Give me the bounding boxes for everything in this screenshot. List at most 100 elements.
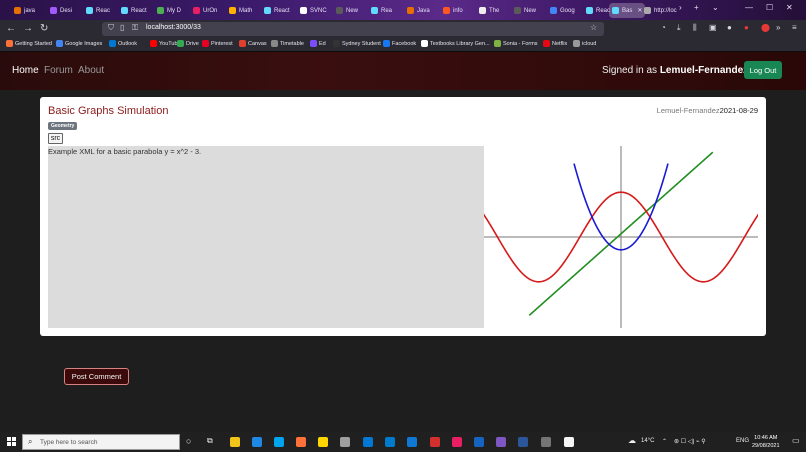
bookmark-item[interactable]: Facebook	[383, 40, 416, 47]
taskbar-app-icon[interactable]	[363, 437, 373, 447]
adblock-icon[interactable]: ⬤	[761, 23, 770, 32]
bookmarks-toolbar: Getting Started Google Images Outlook YouTu…	[0, 38, 806, 52]
taskbar-app-icon[interactable]	[518, 437, 528, 447]
weather-cloud-icon[interactable]: ☁	[628, 436, 636, 445]
list-all-tabs-icon[interactable]: ⌄	[712, 3, 719, 12]
bookmark-item[interactable]: Pinterest	[202, 40, 233, 47]
browser-tab[interactable]: Reac	[86, 3, 110, 18]
weather-temperature[interactable]: 14°C	[641, 438, 654, 444]
bookmark-item[interactable]: Sonia - Forms	[494, 40, 538, 47]
menu-hamburger-icon[interactable]: ≡	[792, 23, 797, 32]
nav-home-link[interactable]: Home	[12, 65, 39, 76]
xml-source-panel[interactable]: Example XML for a basic parabola y = x^2…	[48, 146, 484, 328]
close-window-icon[interactable]: ✕	[786, 3, 793, 12]
bookmark-item[interactable]: Ed	[310, 40, 326, 47]
tab-label: New	[346, 7, 359, 14]
post-author[interactable]: Lemuel-Fernandez	[657, 106, 720, 115]
taskbar-search-box[interactable]: ⌕ Type here to search	[22, 434, 180, 450]
nav-forum-link[interactable]: Forum	[44, 65, 73, 76]
bookmark-item[interactable]: Google Images	[56, 40, 102, 47]
post-comment-button[interactable]: Post Comment	[64, 368, 129, 385]
taskbar-app-icon[interactable]	[541, 437, 551, 447]
browser-tab[interactable]: React	[264, 3, 290, 18]
taskbar-app-icon[interactable]	[496, 437, 506, 447]
language-indicator[interactable]: ENG	[736, 438, 749, 444]
browser-tab[interactable]: UrOn	[193, 3, 217, 18]
bookmark-item[interactable]: icloud	[573, 40, 596, 47]
taskbar-app-icon[interactable]	[274, 437, 284, 447]
bookmark-item[interactable]: Sydney Student	[333, 40, 381, 47]
browser-tab[interactable]: SVNC	[300, 3, 327, 18]
shield-icon[interactable]: ⛉	[108, 23, 114, 33]
browser-tab[interactable]: Reac	[586, 3, 610, 18]
task-view-icon[interactable]: ⧉	[207, 436, 213, 446]
taskbar-app-icon[interactable]	[230, 437, 240, 447]
tab-favicon-icon	[300, 7, 307, 14]
tray-overflow-icon[interactable]: ⌃	[662, 438, 667, 445]
tray-system-icons[interactable]: ⊛ ☐ ◁) ⌁ ⚲	[674, 438, 706, 445]
taskbar-app-icon[interactable]	[452, 437, 462, 447]
signed-in-status: Signed in as Lemuel-Fernandez	[602, 65, 748, 76]
browser-tab[interactable]: The	[479, 3, 499, 18]
tab-scroll-right-icon[interactable]: ›	[679, 3, 682, 12]
taskbar-app-icon[interactable]	[252, 437, 262, 447]
taskbar-app-icon[interactable]	[296, 437, 306, 447]
back-arrow-icon[interactable]: ←	[6, 23, 16, 35]
reload-icon[interactable]: ↻	[40, 23, 48, 35]
browser-tab[interactable]: Rea	[371, 3, 392, 18]
extension-icon[interactable]: ●	[727, 23, 732, 32]
downloads-icon[interactable]: ⤓	[677, 23, 681, 33]
nav-about-link[interactable]: About	[78, 65, 104, 76]
bookmark-item[interactable]: Getting Started	[6, 40, 52, 47]
browser-tab[interactable]: My D	[157, 3, 181, 18]
browser-tab[interactable]: Desi	[50, 3, 72, 18]
extensions-overflow-icon[interactable]: »	[776, 23, 780, 32]
tab-label: Reac	[596, 7, 611, 14]
browser-tab[interactable]: Math	[229, 3, 252, 18]
browser-tab[interactable]: Bas ✕	[609, 3, 646, 18]
browser-tab[interactable]: New	[336, 3, 358, 18]
pocket-icon[interactable]: ◔	[661, 23, 666, 32]
bookmark-item[interactable]: Drive	[177, 40, 199, 47]
browser-tab[interactable]: React	[121, 3, 147, 18]
minimize-window-icon[interactable]: —	[745, 3, 753, 12]
logout-button[interactable]: Log Out	[744, 61, 782, 79]
forward-arrow-icon[interactable]: →	[23, 23, 33, 35]
taskbar-app-icon[interactable]	[407, 437, 417, 447]
bookmark-star-icon[interactable]: ☆	[590, 23, 597, 32]
browser-tab[interactable]: http://loc	[644, 3, 677, 18]
browser-tab[interactable]: java	[14, 3, 35, 18]
close-tab-icon[interactable]: ✕	[637, 7, 642, 14]
bookmark-item[interactable]: Timetable	[271, 40, 304, 47]
taskbar-app-icon[interactable]	[385, 437, 395, 447]
bookmark-item[interactable]: Textbooks Library Gen...	[421, 40, 490, 47]
cortana-icon[interactable]: ○	[186, 436, 191, 446]
address-bar[interactable]: ⛉ ▯ ⚿ localhost:3000/33 ☆	[102, 22, 604, 36]
tag-badge[interactable]: Geometry	[48, 122, 78, 130]
taskbar-clock[interactable]: 10:46 AM 29/08/2021	[752, 434, 780, 450]
bookmark-item[interactable]: Canvas	[239, 40, 267, 47]
browser-tab[interactable]: info	[443, 3, 463, 18]
notifications-icon[interactable]: ▭	[792, 436, 800, 445]
tab-favicon-icon	[157, 7, 164, 14]
windows-start-icon[interactable]	[7, 437, 16, 446]
src-button[interactable]: src	[48, 133, 63, 144]
library-icon[interactable]: ⫼	[693, 23, 697, 33]
url-text[interactable]: localhost:3000/33	[146, 24, 201, 31]
bookmark-item[interactable]: Netflix	[543, 40, 567, 47]
taskbar-app-icon[interactable]	[318, 437, 328, 447]
browser-tab[interactable]: Goog	[550, 3, 575, 18]
tab-label: My D	[167, 7, 181, 14]
maximize-window-icon[interactable]: ☐	[766, 3, 773, 12]
bookmark-item[interactable]: Outlook	[109, 40, 137, 47]
browser-tab[interactable]: New	[514, 3, 536, 18]
taskbar-app-icon[interactable]	[474, 437, 484, 447]
synced-tabs-icon[interactable]: ▣	[709, 23, 717, 32]
taskbar-app-icon[interactable]	[564, 437, 574, 447]
taskbar-app-icon[interactable]	[340, 437, 350, 447]
taskbar-app-icon[interactable]	[430, 437, 440, 447]
permissions-key-icon[interactable]: ⚿	[132, 23, 138, 33]
new-tab-icon[interactable]: +	[694, 3, 699, 12]
browser-tab[interactable]: Java	[407, 3, 430, 18]
extension-red-icon[interactable]: ●	[744, 23, 749, 32]
